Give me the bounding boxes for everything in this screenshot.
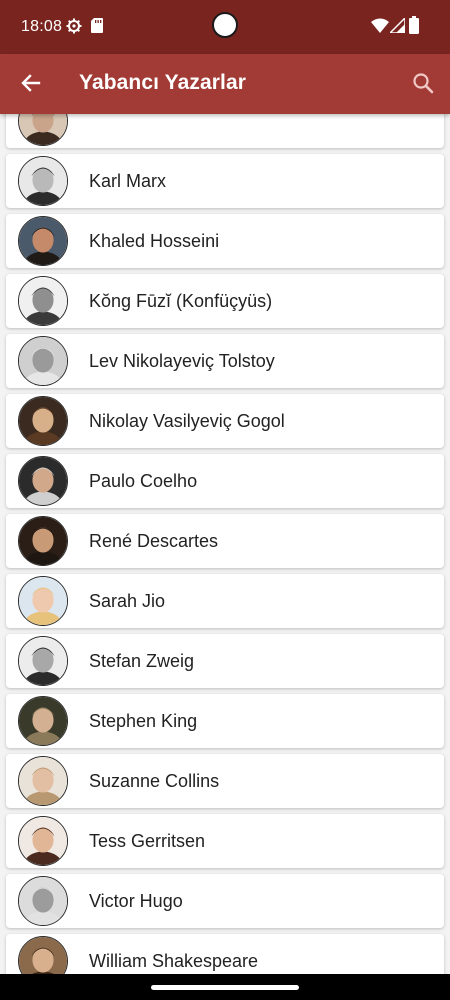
author-avatar <box>18 216 68 266</box>
status-time: 18:08 <box>21 18 63 35</box>
search-icon[interactable] <box>412 72 434 94</box>
status-bar: 18:08 <box>0 0 450 54</box>
author-avatar <box>18 396 68 446</box>
author-name: Nikolay Vasilyeviç Gogol <box>89 411 285 431</box>
author-list-item[interactable]: Lev Nikolayeviç Tolstoy <box>6 334 444 388</box>
signal-icon <box>390 18 405 33</box>
gear-icon <box>66 18 82 34</box>
author-name: Kŏng Fūzĭ (Konfüçyüs) <box>89 291 273 311</box>
author-list-item[interactable]: William Shakespeare <box>6 934 444 974</box>
app-bar: Yabancı Yazarlar <box>0 54 450 114</box>
author-name: Khaled Hosseini <box>89 231 220 251</box>
author-avatar <box>18 636 68 686</box>
wifi-icon <box>371 18 389 33</box>
author-avatar <box>18 696 68 746</box>
author-name: René Descartes <box>89 531 219 551</box>
author-name: Suzanne Collins <box>89 771 220 791</box>
battery-icon <box>409 16 419 34</box>
author-avatar <box>18 114 68 146</box>
author-avatar <box>18 456 68 506</box>
home-gesture-handle[interactable] <box>151 985 299 990</box>
author-avatar <box>18 876 68 926</box>
author-list-item[interactable]: Sarah Jio <box>6 574 444 628</box>
author-avatar <box>18 756 68 806</box>
author-name: Victor Hugo <box>89 891 183 911</box>
author-list[interactable]: Karl Marx Khaled Hosseini Kŏng Fūzĭ (Konfü… <box>0 114 450 974</box>
author-list-item[interactable]: Paulo Coelho <box>6 454 444 508</box>
author-list-item[interactable]: Stefan Zweig <box>6 634 444 688</box>
author-list-item[interactable] <box>6 114 444 148</box>
front-camera <box>212 12 238 38</box>
author-list-item[interactable]: Stephen King <box>6 694 444 748</box>
navigation-bar <box>0 974 450 1000</box>
author-list-item[interactable]: Victor Hugo <box>6 874 444 928</box>
author-name: William Shakespeare <box>89 951 259 971</box>
author-list-item[interactable]: Tess Gerritsen <box>6 814 444 868</box>
page-title: Yabancı Yazarlar <box>79 71 246 94</box>
sd-card-icon <box>91 18 103 33</box>
author-avatar <box>18 276 68 326</box>
author-avatar <box>18 516 68 566</box>
author-name: Karl Marx <box>89 171 167 191</box>
author-avatar <box>18 156 68 206</box>
author-name: Stephen King <box>89 711 198 731</box>
author-avatar <box>18 336 68 386</box>
back-arrow-icon[interactable] <box>19 71 43 95</box>
author-avatar <box>18 816 68 866</box>
author-list-item[interactable]: Kŏng Fūzĭ (Konfüçyüs) <box>6 274 444 328</box>
author-list-item[interactable]: Karl Marx <box>6 154 444 208</box>
author-list-item[interactable]: Suzanne Collins <box>6 754 444 808</box>
author-list-item[interactable]: Khaled Hosseini <box>6 214 444 268</box>
author-name: Stefan Zweig <box>89 651 195 671</box>
author-name: Tess Gerritsen <box>89 831 206 851</box>
author-name: Lev Nikolayeviç Tolstoy <box>89 351 275 371</box>
author-name: Sarah Jio <box>89 591 166 611</box>
author-avatar <box>18 576 68 626</box>
author-list-item[interactable]: Nikolay Vasilyeviç Gogol <box>6 394 444 448</box>
author-list-item[interactable]: René Descartes <box>6 514 444 568</box>
author-avatar <box>18 936 68 974</box>
author-name: Paulo Coelho <box>89 471 198 491</box>
